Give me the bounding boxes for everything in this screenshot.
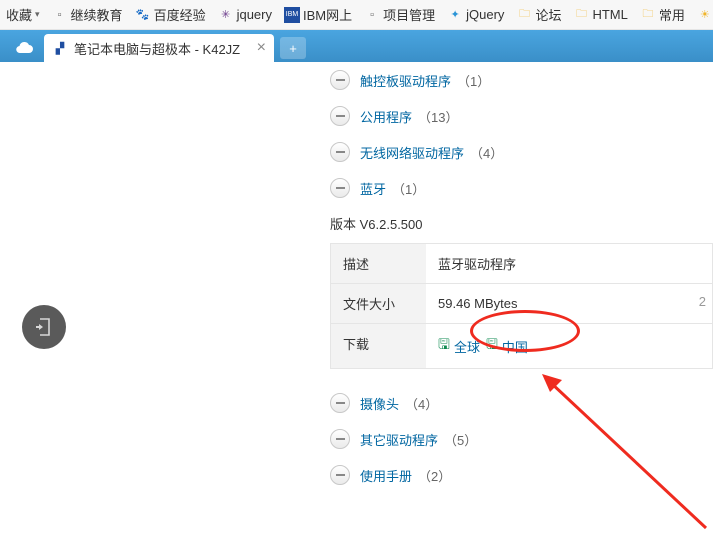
new-tab-button[interactable]: + [280,37,306,59]
driver-link[interactable]: 蓝牙 [360,179,386,198]
cloud-icon [14,41,34,55]
bookmark-lotus[interactable]: ☀LOTUS [693,5,713,25]
download-label: 下载 [331,324,426,368]
jquery-icon: ✦ [447,7,463,23]
return-icon [34,316,54,338]
desc-label: 描述 [331,244,426,283]
bookmark-favorites[interactable]: 收藏▾ [2,3,44,26]
collapse-button[interactable] [330,429,350,449]
minus-icon [336,474,345,476]
driver-link[interactable]: 使用手册 [360,466,412,485]
desc-value: 蓝牙驱动程序 [426,244,712,283]
page-icon: ▫ [52,7,68,23]
driver-link[interactable]: 其它驱动程序 [360,430,438,449]
ibm-icon: IBM [284,7,300,23]
driver-row-manual: 使用手册 （2） [330,457,713,493]
collapse-button[interactable] [330,106,350,126]
table-row: 文件大小 59.46 MBytes 2 [331,284,712,324]
bookmark-html[interactable]: 🗀HTML [569,5,631,25]
driver-link[interactable]: 触控板驱动程序 [360,71,451,90]
back-float-button[interactable] [22,305,66,349]
detail-table: 描述 蓝牙驱动程序 文件大小 59.46 MBytes 2 下载 🖫 全球 🖫 … [330,243,713,369]
bookmark-jquery1[interactable]: ✳jquery [214,5,276,25]
size-label: 文件大小 [331,284,426,323]
driver-row-other: 其它驱动程序 （5） [330,421,713,457]
driver-count: （5） [444,430,477,449]
driver-count: （1） [457,71,490,90]
driver-count: （13） [418,107,458,126]
driver-count: （2） [418,466,451,485]
minus-icon [336,79,345,81]
bookmark-label: jQuery [466,7,504,22]
bookmark-forum[interactable]: 🗀论坛 [512,3,565,26]
table-row: 描述 蓝牙驱动程序 [331,244,712,284]
driver-link[interactable]: 摄像头 [360,394,399,413]
driver-count: （4） [470,143,503,162]
driver-count: （1） [392,179,425,198]
size-value: 59.46 MBytes [426,284,712,323]
bookmark-label: 收藏 [6,5,32,24]
bookmark-baidu[interactable]: 🐾百度经验 [131,3,210,26]
bookmark-label: 百度经验 [154,5,206,24]
download-value: 🖫 全球 🖫 中国 [426,324,712,368]
driver-row-utility: 公用程序 （13） [330,98,713,134]
size-count: 2 [699,294,706,309]
driver-count: （4） [405,394,438,413]
driver-row-touchpad: 触控板驱动程序 （1） [330,62,713,98]
tab-title: 笔记本电脑与超极本 - K42JZ [74,39,240,58]
bookmark-ibm[interactable]: IBMIBM网上 [280,3,356,26]
cloud-button[interactable] [8,34,40,62]
driver-row-wifi: 无线网络驱动程序 （4） [330,134,713,170]
page-content: 触控板驱动程序 （1） 公用程序 （13） 无线网络驱动程序 （4） 蓝牙 （1… [0,62,713,528]
minus-icon [336,402,345,404]
driver-row-camera: 摄像头 （4） [330,385,713,421]
bookmark-label: 项目管理 [383,5,435,24]
driver-link[interactable]: 公用程序 [360,107,412,126]
bookmark-label: jquery [237,7,272,22]
table-row: 下载 🖫 全球 🖫 中国 [331,324,712,369]
minus-icon [336,151,345,153]
save-icon: 🖫 [438,334,450,358]
bookmark-label: HTML [592,7,627,22]
bookmark-project[interactable]: ▫项目管理 [360,3,439,26]
bookmark-label: 继续教育 [71,5,123,24]
minus-icon [336,115,345,117]
jquery-icon: ✳ [218,7,234,23]
download-china-link[interactable]: 中国 [502,337,528,356]
version-text: 版本 V6.2.5.500 [330,214,713,233]
bookmark-edu[interactable]: ▫继续教育 [48,3,127,26]
lotus-icon: ☀ [697,7,713,23]
folder-icon: 🗀 [573,7,589,23]
driver-row-bluetooth: 蓝牙 （1） [330,170,713,206]
baidu-icon: 🐾 [135,7,151,23]
collapse-button[interactable] [330,70,350,90]
bookmark-label: 论坛 [535,5,561,24]
bookmark-label: 常用 [659,5,685,24]
download-global-link[interactable]: 全球 [454,337,480,356]
bookmark-label: IBM网上 [303,5,352,24]
folder-icon: 🗀 [640,7,656,23]
tab-bar: ▞ 笔记本电脑与超极本 - K42JZ × + [0,30,713,62]
page-icon: ▫ [364,7,380,23]
minus-icon [336,187,345,189]
collapse-button[interactable] [330,465,350,485]
collapse-button[interactable] [330,393,350,413]
save-icon: 🖫 [486,334,498,358]
collapse-button[interactable] [330,142,350,162]
driver-link[interactable]: 无线网络驱动程序 [360,143,464,162]
chevron-down-icon: ▾ [35,9,40,20]
tab-active[interactable]: ▞ 笔记本电脑与超极本 - K42JZ × [44,34,274,62]
close-icon[interactable]: × [257,39,266,57]
bookmark-bar: 收藏▾ ▫继续教育 🐾百度经验 ✳jquery IBMIBM网上 ▫项目管理 ✦… [0,0,713,30]
collapse-button[interactable] [330,178,350,198]
bookmark-common[interactable]: 🗀常用 [636,3,689,26]
site-icon: ▞ [52,40,68,56]
bookmark-jquery2[interactable]: ✦jQuery [443,5,508,25]
plus-icon: + [289,41,297,56]
folder-icon: 🗀 [516,7,532,23]
minus-icon [336,438,345,440]
